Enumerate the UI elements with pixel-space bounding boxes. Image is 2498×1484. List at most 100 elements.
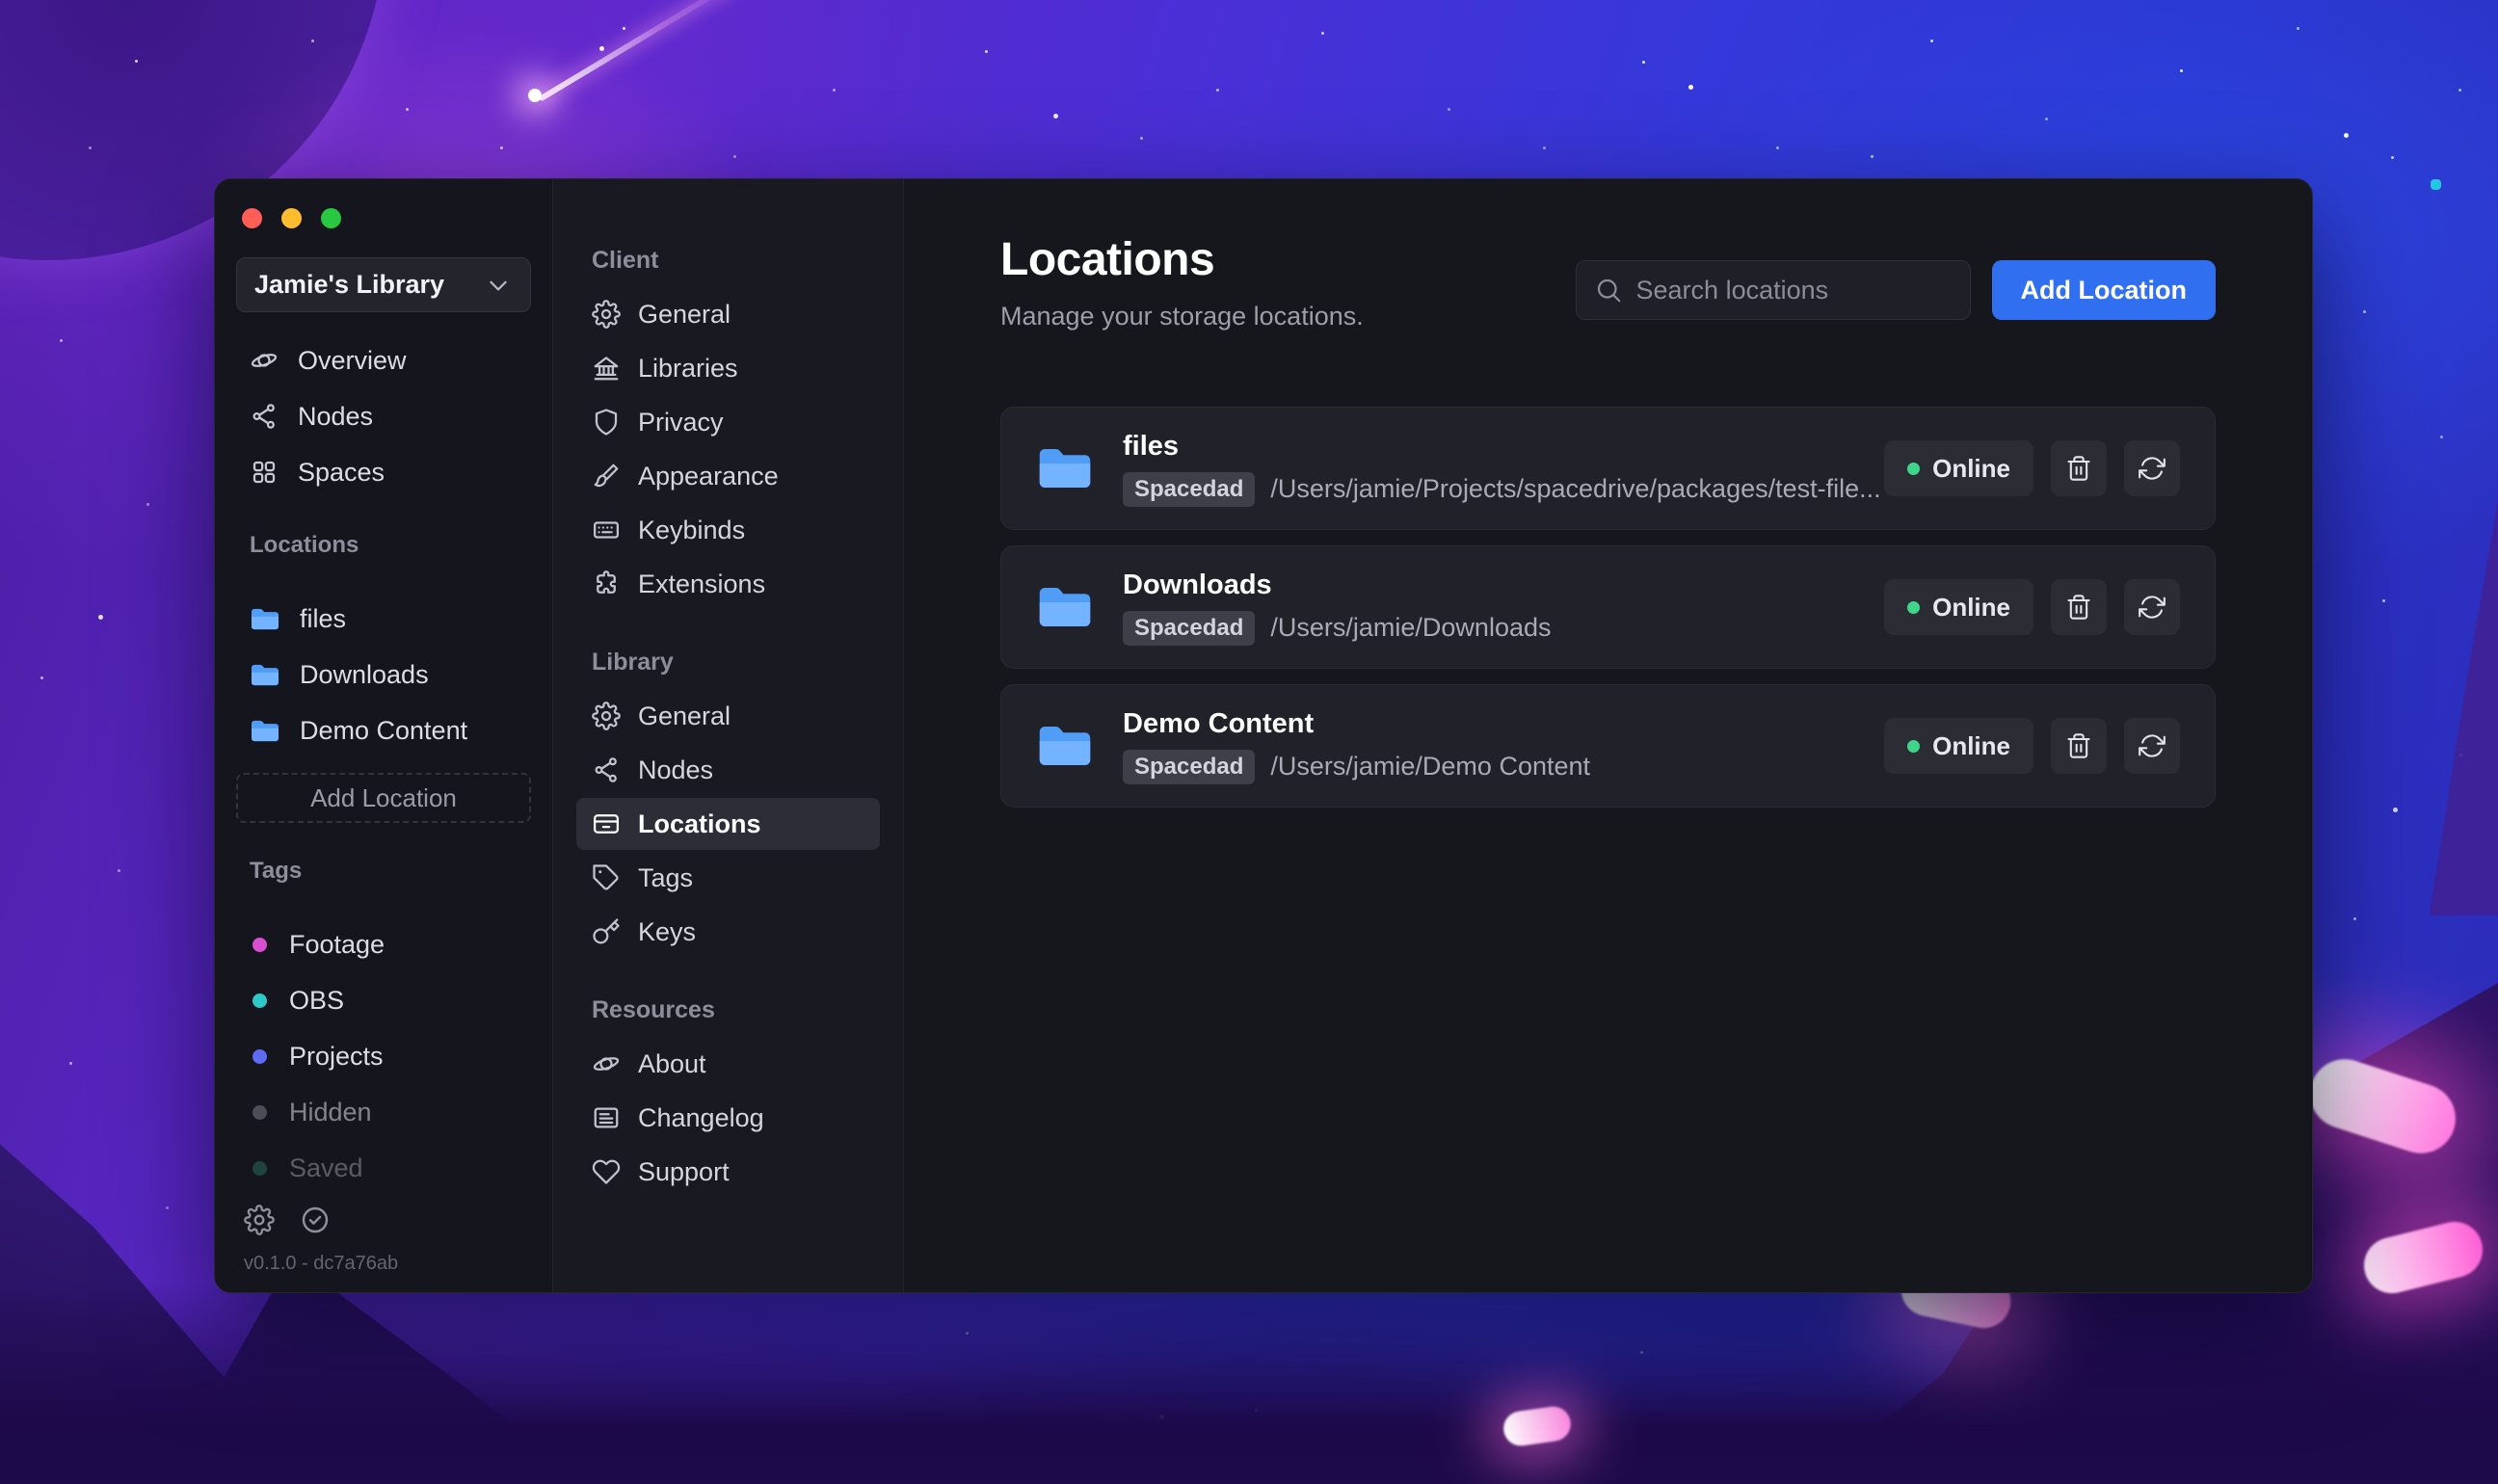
sidebar-tag-obs[interactable]: OBS: [234, 975, 533, 1025]
sidebar-location-files[interactable]: files: [234, 594, 533, 644]
window-controls: [215, 179, 552, 228]
settings-section-client: Client General Libraries Privacy Appeara…: [576, 247, 880, 610]
sidebar-item-label: Spaces: [298, 457, 385, 487]
library-selector[interactable]: Jamie's Library: [236, 257, 531, 312]
sidebar-location-downloads[interactable]: Downloads: [234, 649, 533, 700]
settings-nav-label: Support: [638, 1156, 730, 1186]
sidebar-tag-saved[interactable]: Saved: [234, 1143, 533, 1193]
folder-icon: [250, 718, 280, 744]
wallpaper-spike-right: [2429, 501, 2498, 915]
chevron-down-icon: [484, 271, 513, 300]
settings-nav-label: Locations: [638, 808, 761, 838]
sidebar-tag-footage[interactable]: Footage: [234, 919, 533, 969]
rescan-location-button[interactable]: [2124, 718, 2180, 774]
settings-section-title: Resources: [592, 996, 715, 1023]
glow-crystal-4: [1501, 1404, 1574, 1448]
tag-color-dot: [252, 1160, 267, 1176]
location-name: Downloads: [1123, 569, 1272, 600]
settings-nav-item-changelog[interactable]: Changelog: [576, 1092, 880, 1144]
header-controls: Add Location: [1575, 260, 2216, 320]
settings-nav-item-library-general[interactable]: General: [576, 690, 880, 742]
settings-gear-icon[interactable]: [244, 1205, 275, 1235]
settings-nav-label: Nodes: [638, 755, 714, 784]
locations-list: files Spacedad /Users/jamie/Projects/spa…: [1000, 407, 2216, 808]
sidebar-item-spaces[interactable]: Spaces: [234, 447, 533, 497]
tag-label: OBS: [289, 985, 345, 1015]
sidebar-locations-header: Locations: [250, 532, 359, 558]
drawer-icon: [592, 809, 621, 838]
spacedrive-window: Jamie's Library Overview Nodes Spaces Lo…: [214, 178, 2313, 1293]
shooting-star-head: [528, 89, 542, 102]
zoom-window-button[interactable]: [321, 208, 341, 228]
location-card-files[interactable]: files Spacedad /Users/jamie/Projects/spa…: [1000, 407, 2216, 530]
tag-color-dot: [252, 937, 267, 952]
settings-nav-item-keys[interactable]: Keys: [576, 906, 880, 958]
settings-section-title: Library: [592, 649, 674, 676]
sidebar-location-label: Demo Content: [300, 715, 468, 745]
heart-icon: [592, 1157, 621, 1186]
delete-location-button[interactable]: [2051, 440, 2107, 496]
settings-nav-item-keybinds[interactable]: Keybinds: [576, 504, 880, 556]
tag-label: Saved: [289, 1153, 363, 1182]
sidebar-tag-projects[interactable]: Projects: [234, 1031, 533, 1081]
rescan-location-button[interactable]: [2124, 440, 2180, 496]
settings-nav-label: Privacy: [638, 407, 724, 437]
sidebar: Jamie's Library Overview Nodes Spaces Lo…: [215, 179, 552, 1292]
node-badge: Spacedad: [1123, 749, 1256, 784]
share-nodes-icon: [592, 755, 621, 784]
tag-color-dot: [252, 1104, 267, 1120]
refresh-icon: [2139, 455, 2166, 482]
location-path: /Users/jamie/Demo Content: [1270, 752, 1591, 781]
settings-nav-item-appearance[interactable]: Appearance: [576, 450, 880, 502]
online-dot: [1907, 739, 1921, 753]
sidebar-item-nodes[interactable]: Nodes: [234, 391, 533, 441]
settings-nav-item-library-nodes[interactable]: Nodes: [576, 744, 880, 796]
location-actions: Online: [1884, 718, 2180, 774]
online-dot: [1907, 600, 1921, 614]
minimize-window-button[interactable]: [281, 208, 302, 228]
location-path: /Users/jamie/Downloads: [1270, 613, 1552, 642]
sidebar-add-location-label: Add Location: [310, 782, 457, 812]
sidebar-tags-list: Footage OBS Projects Hidden Saved: [215, 919, 552, 1193]
tag-color-dot: [252, 993, 267, 1008]
sidebar-tag-hidden[interactable]: Hidden: [234, 1087, 533, 1137]
settings-nav-item-libraries[interactable]: Libraries: [576, 342, 880, 394]
status-badge: Online: [1884, 579, 2033, 635]
location-card-downloads[interactable]: Downloads Spacedad /Users/jamie/Download…: [1000, 545, 2216, 669]
location-name: files: [1123, 430, 1180, 462]
settings-nav-item-support[interactable]: Support: [576, 1146, 880, 1198]
folder-icon: [250, 606, 280, 632]
delete-location-button[interactable]: [2051, 718, 2107, 774]
page-subtitle: Manage your storage locations.: [1000, 302, 1364, 331]
rescan-location-button[interactable]: [2124, 579, 2180, 635]
grid-icon: [250, 458, 279, 487]
search-input[interactable]: [1635, 275, 1978, 305]
tag-icon: [592, 863, 621, 892]
sidebar-location-demo-content[interactable]: Demo Content: [234, 705, 533, 755]
wallpaper-ground: [0, 1282, 2498, 1484]
settings-nav-item-extensions[interactable]: Extensions: [576, 558, 880, 610]
search-icon: [1594, 276, 1623, 305]
wallpaper-stars: [0, 0, 3, 3]
settings-nav-item-locations[interactable]: Locations: [576, 798, 880, 850]
status-label: Online: [1932, 453, 2010, 483]
location-info: Demo Content Spacedad /Users/jamie/Demo …: [1123, 708, 1590, 784]
delete-location-button[interactable]: [2051, 579, 2107, 635]
location-card-demo-content[interactable]: Demo Content Spacedad /Users/jamie/Demo …: [1000, 684, 2216, 808]
settings-nav-label: About: [638, 1048, 706, 1078]
wallpaper-teal-dots: [0, 0, 11, 11]
location-actions: Online: [1884, 440, 2180, 496]
check-circle-icon[interactable]: [300, 1205, 331, 1235]
tag-color-dot: [252, 1048, 267, 1064]
settings-nav-item-privacy[interactable]: Privacy: [576, 396, 880, 448]
settings-nav-item-about[interactable]: About: [576, 1038, 880, 1090]
sidebar-item-overview[interactable]: Overview: [234, 335, 533, 385]
close-window-button[interactable]: [242, 208, 262, 228]
sidebar-add-location-button[interactable]: Add Location: [236, 773, 531, 823]
settings-section-resources: Resources About Changelog Support: [576, 996, 880, 1198]
page-title: Locations: [1000, 234, 1215, 285]
shield-icon: [592, 408, 621, 437]
settings-nav-item-tags[interactable]: Tags: [576, 852, 880, 904]
settings-nav-item-client-general[interactable]: General: [576, 288, 880, 340]
add-location-button[interactable]: Add Location: [1991, 260, 2216, 320]
